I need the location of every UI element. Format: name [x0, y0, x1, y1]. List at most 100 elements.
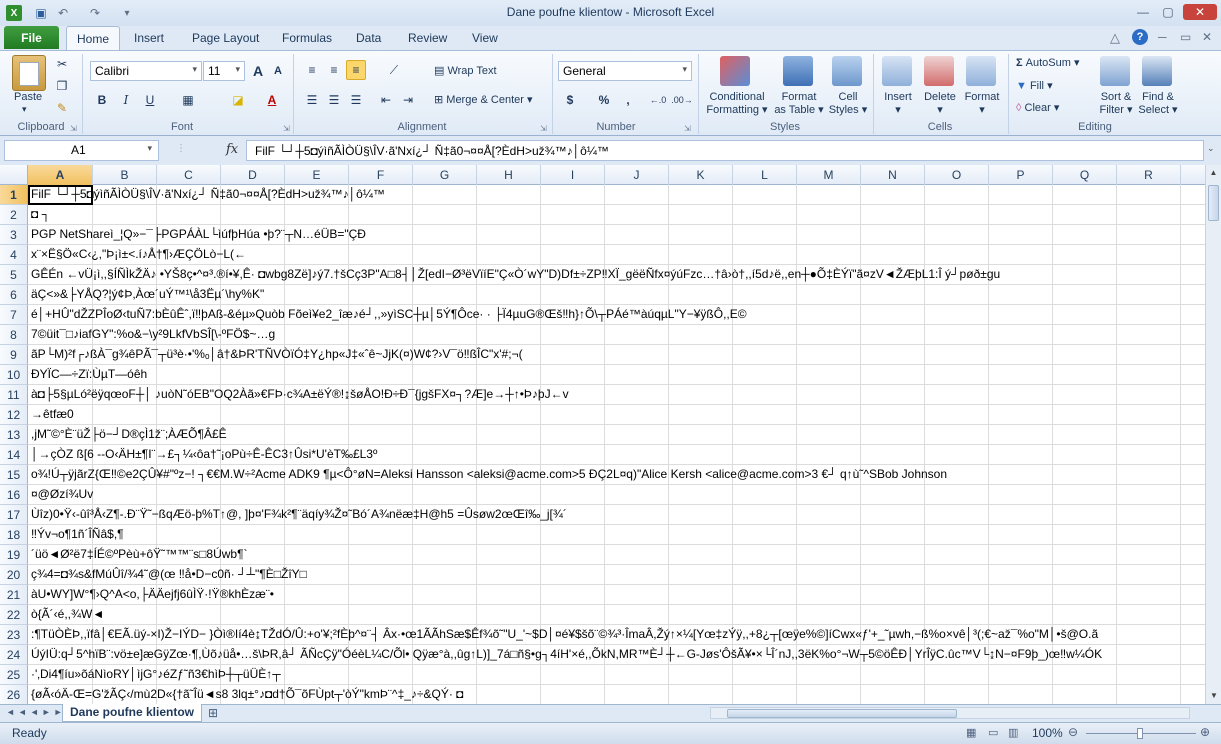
align-top-icon[interactable]: ≡: [302, 60, 322, 80]
find-select-button[interactable]: Find & Select ▾: [1136, 91, 1180, 116]
decrease-decimal-icon[interactable]: .00→: [671, 90, 693, 110]
column-header[interactable]: J: [605, 165, 669, 185]
cell-styles-button[interactable]: Cell Styles ▾: [826, 91, 870, 116]
cell-row[interactable]: GÊÉn ←vÜ¡ì,,§ÍÑÌkŽÄ♪ •YŠ8ç•^¤³.®í•¥,Ê· ◘…: [28, 265, 1205, 285]
row-header[interactable]: 3: [0, 225, 28, 245]
column-header[interactable]: N: [861, 165, 925, 185]
cell-row[interactable]: ÐYÏC—÷Zï:ÙµT—óêh: [28, 365, 1205, 385]
insert-cells-button[interactable]: Insert ▾: [880, 91, 916, 116]
name-box-dropdown-icon[interactable]: ▾: [147, 143, 152, 154]
percent-button[interactable]: %: [594, 90, 614, 110]
format-painter-icon[interactable]: ✎: [52, 98, 72, 118]
currency-button[interactable]: $: [560, 90, 580, 110]
sort-filter-icon[interactable]: [1100, 56, 1130, 86]
cell-row[interactable]: Ùîz)0•Ÿ‹-ûî³Å‹Z¶-.Ð¨Ÿ˜−ßqÆö-þ%T↑@, ]þ¤'F…: [28, 505, 1205, 525]
column-header[interactable]: K: [669, 165, 733, 185]
column-header[interactable]: F: [349, 165, 413, 185]
formula-input[interactable]: FilF └┘┼5◘ýìñÃÌÒÜ§\ÎV·ã'Nxí¿┘ Ñ‡ã0¬¤¤Å[?…: [246, 140, 1204, 161]
align-left-icon[interactable]: ☰: [302, 90, 322, 110]
cell-row[interactable]: ´üö◄Ø²ë7‡ÍÉ©ºPèù+ôŸ˜™™¨s□8Úwb¶`: [28, 545, 1205, 565]
font-color-icon[interactable]: A: [262, 90, 282, 110]
cell-row[interactable]: ò{Ã´‹é,,¾W◄: [28, 605, 1205, 625]
column-header[interactable]: H: [477, 165, 541, 185]
align-middle-icon[interactable]: ≡: [324, 60, 344, 80]
row-header[interactable]: 22: [0, 605, 28, 625]
clear-button[interactable]: ◊ Clear ▾: [1016, 101, 1059, 114]
cell-styles-icon[interactable]: [832, 56, 862, 86]
grow-font-button[interactable]: A: [248, 61, 268, 81]
conditional-formatting-icon[interactable]: [720, 56, 750, 86]
workbook-restore-icon[interactable]: ▭: [1180, 30, 1191, 44]
ribbon-minimize-icon[interactable]: △: [1110, 30, 1120, 46]
scroll-up-icon[interactable]: ▲: [1208, 168, 1219, 182]
format-as-table-button[interactable]: Format as Table ▾: [772, 91, 826, 116]
alignment-launcher-icon[interactable]: ⇲: [540, 124, 547, 133]
page-layout-view-icon[interactable]: ▭: [988, 726, 998, 739]
row-header[interactable]: 8: [0, 325, 28, 345]
align-right-icon[interactable]: ☰: [346, 90, 366, 110]
row-header[interactable]: 19: [0, 545, 28, 565]
row-header[interactable]: 10: [0, 365, 28, 385]
cell-row[interactable]: ‼Ýv¬o¶1ñ´ÎÑâ$,¶: [28, 525, 1205, 545]
row-header[interactable]: 5: [0, 265, 28, 285]
copy-icon[interactable]: ❐: [52, 76, 72, 96]
column-header[interactable]: E: [285, 165, 349, 185]
tab-view[interactable]: View: [462, 26, 508, 50]
fill-color-icon[interactable]: ◪: [228, 90, 248, 110]
format-cells-icon[interactable]: [966, 56, 996, 86]
row-header[interactable]: 18: [0, 525, 28, 545]
comma-button[interactable]: ,: [618, 90, 638, 110]
row-header[interactable]: 14: [0, 445, 28, 465]
paste-icon[interactable]: [12, 55, 46, 91]
format-as-table-icon[interactable]: [783, 56, 813, 86]
cell-row[interactable]: ·'‚Di4¶íu»õáNìoRY│ìjG°♪éZƒ˜ñ3€hìÞ┼┬üÜÈ↑┬: [28, 665, 1205, 685]
shrink-font-button[interactable]: A: [268, 61, 288, 81]
cell-row[interactable]: FilF └┘┼5◘ýìñÃÌÒÜ§\ÎV·ã'Nxí¿┘ Ñ‡ã0¬¤¤Å[?…: [28, 185, 1205, 205]
cell-row[interactable]: ,jM˜©°È¨üŽ├ö−┘D®çÌ1ž¨;ÀÆÕ¶Â£Ê: [28, 425, 1205, 445]
find-select-icon[interactable]: [1142, 56, 1172, 86]
number-launcher-icon[interactable]: ⇲: [684, 124, 691, 133]
cell-row[interactable]: ÚýIÜ:q┘5^hïB¨:vö±e]æGÿZœ·¶,Ùõ♪üå•…š\ÞR,â…: [28, 645, 1205, 665]
autosum-button[interactable]: Σ AutoSum ▾: [1016, 56, 1080, 69]
cell-row[interactable]: x¨×Ë§Ö«C‹¿,"Þ¡ì±<.í♪Å†¶›ÆÇÖLò−L(←: [28, 245, 1205, 265]
increase-indent-icon[interactable]: ⇥: [398, 90, 418, 110]
minimize-icon[interactable]: —: [1131, 4, 1155, 20]
formula-bar-splitter-icon[interactable]: ⋮: [176, 143, 186, 154]
workbook-close-icon[interactable]: ✕: [1202, 30, 1212, 44]
tab-insert[interactable]: Insert: [124, 26, 174, 50]
normal-view-icon[interactable]: ▦: [966, 726, 976, 739]
column-header[interactable]: B: [93, 165, 157, 185]
font-size-combo[interactable]: 11 ▾: [203, 61, 245, 81]
conditional-formatting-button[interactable]: Conditional Formatting ▾: [705, 91, 769, 116]
column-header[interactable]: D: [221, 165, 285, 185]
cell-row[interactable]: é│+HÛ"dŽZPÎoØ‹tuÑ7:bÈûÊˆ,ï‼þAß-&éµ»Quòb …: [28, 305, 1205, 325]
row-header[interactable]: 16: [0, 485, 28, 505]
borders-icon[interactable]: ▦: [178, 90, 198, 110]
delete-cells-button[interactable]: Delete ▾: [920, 91, 960, 116]
close-icon[interactable]: ✕: [1183, 4, 1217, 20]
column-header[interactable]: M: [797, 165, 861, 185]
row-header[interactable]: 2: [0, 205, 28, 225]
cell-row[interactable]: {øÃ‹óÄ-Œ=G'žÃÇ‹/mù2D«{†ã˜Îü◄s8 3lq±°♪◘d†…: [28, 685, 1205, 705]
tab-formulas[interactable]: Formulas: [272, 26, 342, 50]
horizontal-scrollbar[interactable]: [710, 707, 1190, 719]
row-header[interactable]: 24: [0, 645, 28, 665]
cell-row[interactable]: →êtfæ0: [28, 405, 1205, 425]
vertical-scroll-thumb[interactable]: [1208, 185, 1219, 221]
cell-row[interactable]: àU•WY]W°¶›Q^A<o,├ÄÄejfj6ûÌŸ·!Ÿ®khÈzæ¨•: [28, 585, 1205, 605]
cut-icon[interactable]: ✂: [52, 54, 72, 74]
cell-row[interactable]: PGP NetShareì_¦Q»−¯├PGPÁÀL└ìúfþHúa •þ?¨┬…: [28, 225, 1205, 245]
tab-review[interactable]: Review: [398, 26, 457, 50]
zoom-out-icon[interactable]: ⊖: [1068, 725, 1078, 739]
cell-row[interactable]: o¾!Ú┬ÿjãrZ{Œ‼©e2ÇÛ¥#"ºz−! ┐€€M.W÷²Acme A…: [28, 465, 1205, 485]
cell-row[interactable]: äÇ<»&├YÅQ?¦ý¢Þ,Àœ´uÝ™¹\å3Ëµ´\hy%K": [28, 285, 1205, 305]
font-name-combo[interactable]: Calibri ▾: [90, 61, 202, 81]
tab-page-layout[interactable]: Page Layout: [182, 26, 269, 50]
sort-filter-button[interactable]: Sort & Filter ▾: [1096, 91, 1136, 116]
increase-decimal-icon[interactable]: ←.0: [648, 90, 668, 110]
row-header[interactable]: 12: [0, 405, 28, 425]
align-bottom-icon[interactable]: ≡: [346, 60, 366, 80]
number-format-combo[interactable]: General ▾: [558, 61, 692, 81]
underline-button[interactable]: U: [140, 90, 160, 110]
bold-button[interactable]: B: [92, 90, 112, 110]
